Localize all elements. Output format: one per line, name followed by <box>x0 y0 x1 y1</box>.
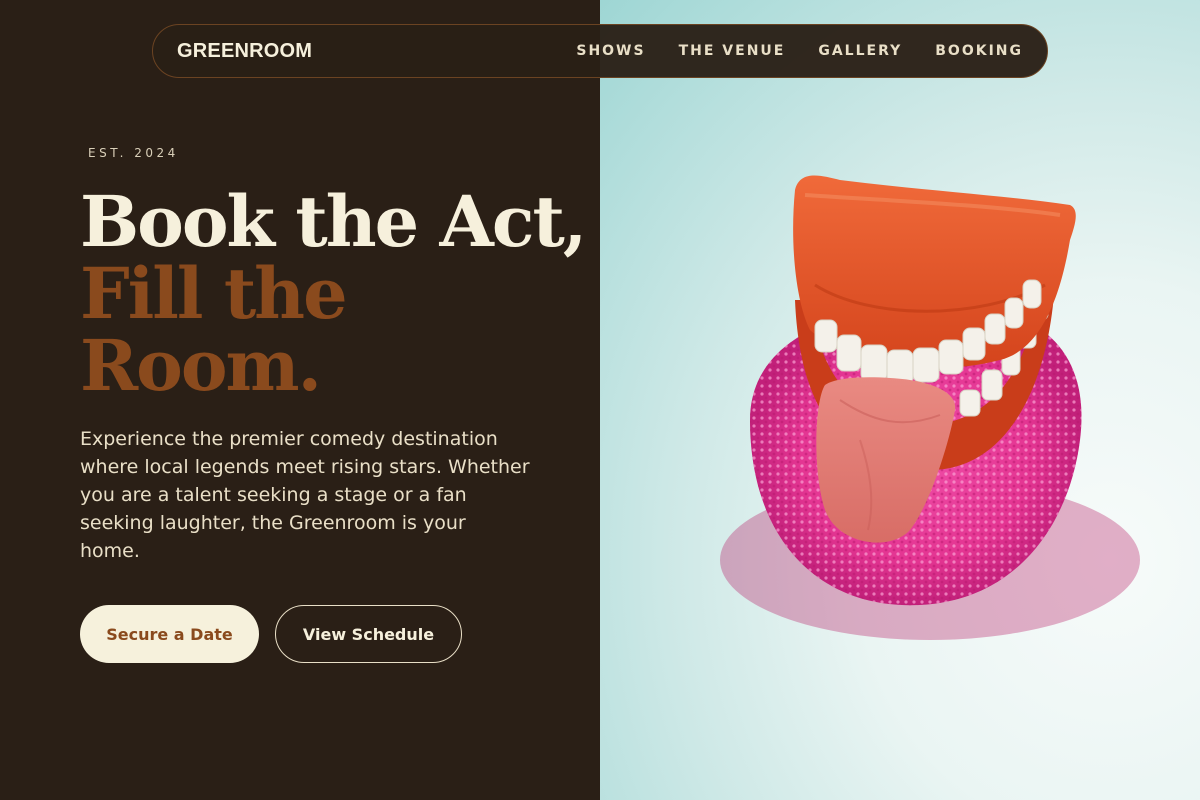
headline-line-2: Fill the <box>80 252 348 335</box>
secure-a-date-button[interactable]: Secure a Date <box>80 605 259 663</box>
headline-line-3: Room. <box>80 324 322 407</box>
hero-headline: Book the Act, Fill the Room. <box>80 180 587 407</box>
headline-line-1: Book the Act, <box>80 180 587 263</box>
hero-image-panel <box>600 0 1200 800</box>
nav-links: SHOWS THE VENUE GALLERY BOOKING <box>576 43 1023 59</box>
nav-link-gallery[interactable]: GALLERY <box>818 43 902 59</box>
eyebrow-label: EST. 2024 <box>88 146 179 160</box>
chattering-teeth-image <box>720 175 1140 640</box>
brand-logo[interactable]: GREENROOM <box>177 40 312 63</box>
nav-link-the-venue[interactable]: THE VENUE <box>679 43 786 59</box>
hero-description: Experience the premier comedy destinatio… <box>80 428 530 562</box>
view-schedule-button[interactable]: View Schedule <box>275 605 462 663</box>
nav-link-booking[interactable]: BOOKING <box>935 43 1023 59</box>
top-navigation: GREENROOM SHOWS THE VENUE GALLERY BOOKIN… <box>152 24 1048 78</box>
nav-link-shows[interactable]: SHOWS <box>576 43 645 59</box>
